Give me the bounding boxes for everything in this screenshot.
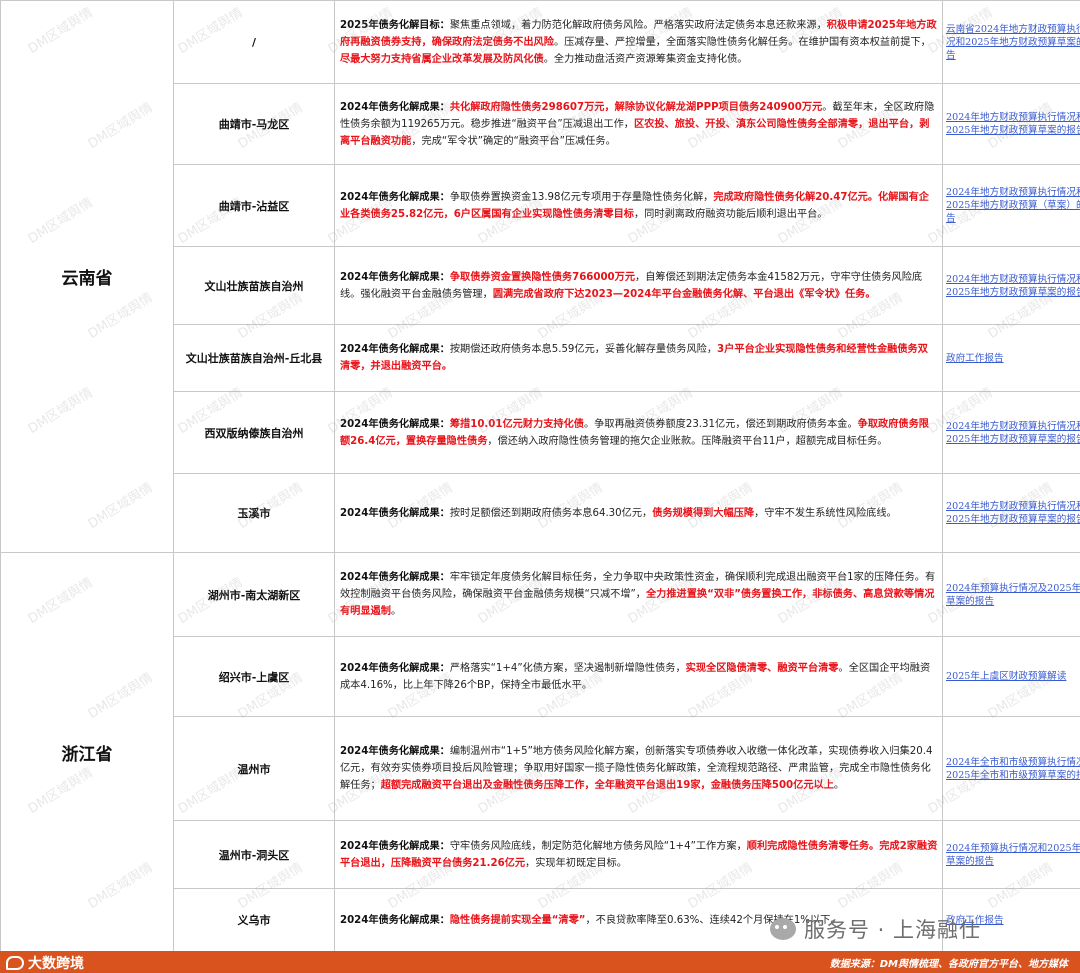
content-label: 2025年债务化解目标： [340, 19, 450, 31]
content-cell: 2025年债务化解目标：聚焦重点领域，着力防范化解政府债务风险。严格落实政府法定… [334, 0, 943, 84]
content-label: 2024年债务化解成果： [340, 191, 450, 203]
content-text: 。压减存量、严控增量，全面落实隐性债务化解任务。在维护国有资本权益前提下， [553, 36, 931, 48]
highlight-text: 隐性债务提前实现全量“清零” [449, 914, 586, 926]
region-cell: 绍兴市-上虞区 [173, 636, 335, 717]
content-cell: 2024年债务化解成果：按期偿还政府债务本息5.59亿元，妥善化解存量债务风险，… [334, 324, 943, 392]
source-cell: 云南省2024年地方财政预算执行情况和2025年地方财政预算草案的报告 [942, 0, 1080, 84]
brand-logo: 大数跨境 [6, 953, 84, 973]
debt-table-container: 云南省/2025年债务化解目标：聚焦重点领域，着力防范化解政府债务风险。严格落实… [0, 0, 1080, 952]
content-text: ，实现年初既定目标。 [525, 857, 627, 869]
content-text: 按期偿还政府债务本息5.59亿元，妥善化解存量债务风险， [449, 344, 718, 355]
content-cell: 2024年债务化解成果：筹措10.01亿元财力支持化债。争取再融资债券额度23.… [334, 391, 943, 474]
region-cell: 湖州市-南太湖新区 [173, 552, 335, 637]
source-link[interactable]: 2024年地方财政预算执行情况和2025年地方财政预算草案的报告 [946, 501, 1080, 525]
highlight-text: 争取债券资金置换隐性债务766000万元 [449, 271, 636, 283]
content-text: ，同时剥离政府融资功能后顺利退出平台。 [634, 208, 828, 220]
region-cell: 文山壮族苗族自治州 [173, 246, 335, 325]
content-text: ，偿还纳入政府隐性债务管理的拖欠企业账款。压降融资平台11户，超额完成目标任务。 [487, 435, 888, 447]
source-cell: 2024年全市和市级预算执行情况及 2025年全市和市级预算草案的报告 [942, 716, 1080, 821]
content-cell: 2024年债务化解成果：争取债券资金置换隐性债务766000万元，自筹偿还到期法… [334, 246, 943, 325]
official-account-watermark: 服务号 · 上海融仕 [770, 914, 981, 944]
source-cell: 2024年地方财政预算执行情况和2025年地方财政预算草案的报告 [942, 473, 1080, 553]
content-cell: 2024年债务化解成果：守牢债务风险底线，制定防范化解地方债务风险“1+4”工作… [334, 820, 943, 889]
source-link[interactable]: 政府工作报告 [946, 353, 1004, 364]
content-label: 2024年债务化解成果： [340, 914, 450, 926]
source-cell: 2024年地方财政预算执行情况和2025年地方财政预算草案的报告 [942, 246, 1080, 325]
highlight-text: 尽最大努力支持省属企业改革发展及防风化债 [340, 53, 544, 65]
content-label: 2024年债务化解成果： [340, 572, 450, 583]
content-label: 2024年债务化解成果： [340, 507, 450, 519]
content-label: 2024年债务化解成果： [340, 101, 450, 113]
content-text: 聚焦重点领域，着力防范化解政府债务风险。严格落实政府法定债务本息还款来源， [449, 19, 827, 31]
source-link[interactable]: 2024年地方财政预算执行情况和2025年地方财政预算（草案）的报告 [946, 187, 1080, 224]
content-text: ，完成“军令状”确定的“融资平台”压减任务。 [411, 135, 616, 147]
province-cell: 浙江省 [0, 552, 174, 952]
region-cell: 曲靖市-沾益区 [173, 164, 335, 247]
highlight-text: 共化解政府隐性债务298607万元，解除协议化解龙湖PPP项目债务240900万… [449, 101, 823, 113]
highlight-text: 债务规模得到大幅压降 [652, 507, 755, 519]
source-link[interactable]: 2025年上虞区财政预算解读 [946, 671, 1066, 682]
content-label: 2024年债务化解成果： [340, 840, 450, 852]
source-cell: 2024年地方财政预算执行情况和2025年地方财政预算草案的报告 [942, 391, 1080, 474]
region-cell: 义乌市 [173, 888, 335, 952]
content-cell: 2024年债务化解成果：争取债券置换资金13.98亿元专项用于存量隐性债务化解，… [334, 164, 943, 247]
chat-bubble-icon [770, 918, 796, 940]
content-cell: 2024年债务化解成果：牢牢锁定年度债务化解目标任务，全力争取中央政策性资金，确… [334, 552, 943, 637]
source-cell: 政府工作报告 [942, 324, 1080, 392]
content-text: 。 [390, 606, 402, 617]
region-cell: 温州市-洞头区 [173, 820, 335, 889]
content-text: 。争取再融资债券额度23.31亿元，偿还到期政府债务本金。 [583, 418, 858, 430]
content-cell: 2024年债务化解成果：编制温州市“1+5”地方债务风险化解方案，创新落实专项债… [334, 716, 943, 821]
brand-logo-text: 大数跨境 [28, 956, 84, 972]
content-cell: 2024年债务化解成果：严格落实“1+4”化债方案，坚决遏制新增隐性债务，实现全… [334, 636, 943, 717]
source-link[interactable]: 2024年预算执行情况及2025年预算草案的报告 [946, 583, 1080, 607]
source-link[interactable]: 2024年地方财政预算执行情况和2025年地方财政预算草案的报告 [946, 274, 1080, 298]
highlight-text: 筹措10.01亿元财力支持化债 [449, 418, 584, 430]
region-cell: 温州市 [173, 716, 335, 821]
table-row: 浙江省 湖州市-南太湖新区 2024年债务化解成果：牢牢锁定年度债务化解目标任务，全… [0, 552, 1080, 952]
content-cell: 2024年债务化解成果：共化解政府隐性债务298607万元，解除协议化解龙湖PP… [334, 83, 943, 165]
data-source-note: 数据来源：DM舆情梳理、各政府官方平台、地方媒体 [829, 959, 1068, 970]
source-link[interactable]: 2024年地方财政预算执行情况和2025年地方财政预算草案的报告 [946, 112, 1080, 136]
source-link[interactable]: 2024年预算执行情况和2025年预算草案的报告 [946, 843, 1080, 867]
region-cell: 玉溪市 [173, 473, 335, 553]
content-text: 严格落实“1+4”化债方案，坚决遏制新增隐性债务， [449, 662, 686, 674]
brand-mark-icon [6, 956, 24, 970]
content-text: 按时足额偿还到期政府债务本息64.30亿元， [449, 507, 653, 519]
source-cell: 2024年地方财政预算执行情况和2025年地方财政预算（草案）的报告 [942, 164, 1080, 247]
source-cell: 2024年地方财政预算执行情况和2025年地方财政预算草案的报告 [942, 83, 1080, 165]
content-text: 争取债券置换资金13.98亿元专项用于存量隐性债务化解， [449, 191, 714, 203]
region-cell: 西双版纳傣族自治州 [173, 391, 335, 474]
province-cell: 云南省 [0, 0, 174, 553]
footer-bar: 大数跨境 数据来源：DM舆情梳理、各政府官方平台、地方媒体 [0, 951, 1080, 973]
content-label: 2024年债务化解成果： [340, 662, 450, 674]
highlight-text: 圆满完成省政府下达2023—2024年平台金融债务化解、平台退出《军令状》任务。 [492, 288, 876, 300]
content-text: 。全力推动盘活资产资源筹集资金支持化债。 [543, 53, 748, 65]
source-link[interactable]: 2024年全市和市级预算执行情况及 2025年全市和市级预算草案的报告 [946, 757, 1080, 781]
content-label: 2024年债务化解成果： [340, 418, 450, 430]
debt-resolution-table: 云南省/2025年债务化解目标：聚焦重点领域，着力防范化解政府债务风险。严格落实… [0, 0, 1080, 952]
region-cell: / [173, 0, 335, 84]
official-account-name: 服务号 · 上海融仕 [804, 918, 982, 942]
content-text: ，守牢不发生系统性风险底线。 [754, 507, 897, 519]
source-link[interactable]: 云南省2024年地方财政预算执行情况和2025年地方财政预算草案的报告 [946, 24, 1080, 61]
highlight-text: 超额完成融资平台退出及金融性债务压降工作，全年融资平台退出19家，金融债务压降5… [380, 780, 834, 791]
source-cell: 2024年预算执行情况及2025年预算草案的报告 [942, 552, 1080, 637]
content-label: 2024年债务化解成果： [340, 746, 450, 757]
content-label: 2024年债务化解成果： [340, 344, 450, 355]
content-cell: 2024年债务化解成果：按时足额偿还到期政府债务本息64.30亿元，债务规模得到… [334, 473, 943, 553]
content-text: 守牢债务风险底线，制定防范化解地方债务风险“1+4”工作方案， [449, 840, 747, 852]
table-row: 云南省/2025年债务化解目标：聚焦重点领域，着力防范化解政府债务风险。严格落实… [0, 0, 1080, 553]
source-link[interactable]: 2024年地方财政预算执行情况和2025年地方财政预算草案的报告 [946, 421, 1080, 445]
highlight-text: 实现全区隐债清零、融资平台清零 [685, 662, 839, 674]
content-label: 2024年债务化解成果： [340, 271, 450, 283]
region-cell: 曲靖市-马龙区 [173, 83, 335, 165]
source-cell: 2024年预算执行情况和2025年预算草案的报告 [942, 820, 1080, 889]
region-cell: 文山壮族苗族自治州-丘北县 [173, 324, 335, 392]
content-text: 。 [833, 780, 845, 791]
source-cell: 2025年上虞区财政预算解读 [942, 636, 1080, 717]
